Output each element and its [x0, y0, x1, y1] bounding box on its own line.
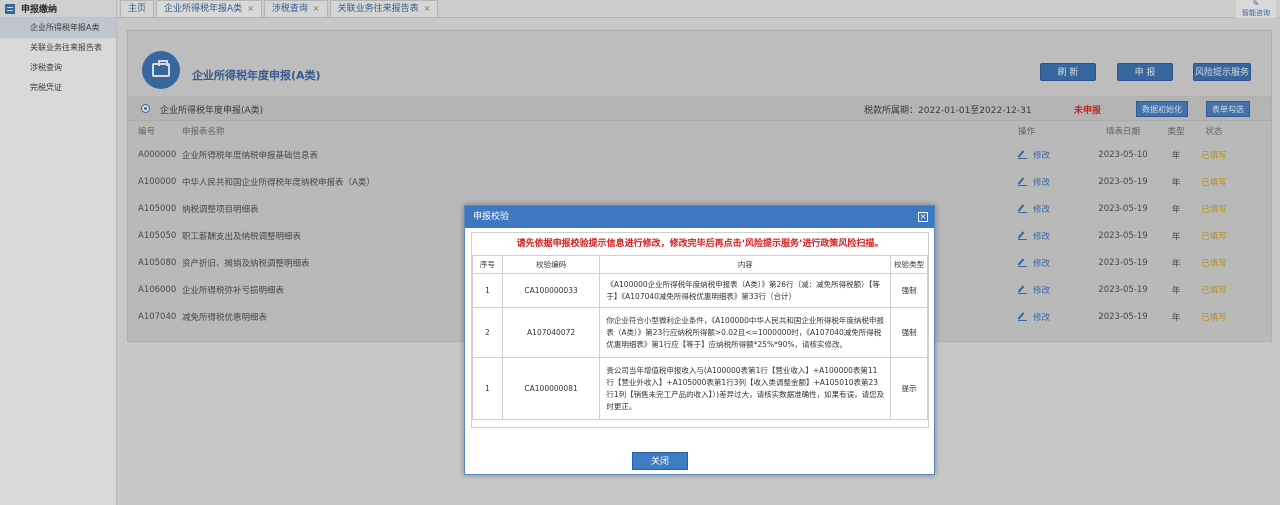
validation-no: 1 [472, 357, 503, 420]
validation-header-row: 序号 校验编码 内容 校验类型 [472, 255, 928, 274]
validation-type: 提示 [890, 357, 928, 420]
dialog-body: 请先依据申报校验提示信息进行修改，修改完毕后再点击‘风险提示服务’进行政策风险扫… [471, 232, 929, 428]
validation-table: 序号 校验编码 内容 校验类型 1 CA100000033 《A100000企业所得… [472, 255, 928, 420]
close-button[interactable]: 关闭 [632, 452, 688, 470]
dialog-title: 申报校验 [473, 212, 510, 222]
validation-no: 2 [472, 307, 503, 358]
validation-code: CA100000033 [501, 273, 601, 308]
validation-row: 2 A107040072 你企业符合小型微利企业条件，《A100000中华人民共和国… [472, 307, 928, 358]
close-icon[interactable]: × [918, 212, 928, 222]
validation-row: 1 CA100000033 《A100000企业所得税年度纳税申报表（A类）》第26… [472, 273, 928, 308]
col-content: 内容 [599, 255, 892, 274]
validation-type: 强制 [890, 273, 928, 308]
dialog-warning: 请先依据申报校验提示信息进行修改，修改完毕后再点击‘风险提示服务’进行政策风险扫… [516, 239, 884, 249]
validation-dialog: 申报校验 × 请先依据申报校验提示信息进行修改，修改完毕后再点击‘风险提示服务’… [464, 205, 935, 475]
validation-row: 1 CA100000081 贵公司当年增值税申报收入与(A100000表第1行【营业… [472, 357, 928, 420]
validation-content: 《A100000企业所得税年度纳税申报表（A类）》第26行（减：减免所得税额）【… [599, 273, 892, 308]
validation-content: 你企业符合小型微利企业条件，《A100000中华人民共和国企业所得税年度纳税申报… [599, 307, 892, 358]
dialog-header: 申报校验 × [465, 206, 934, 228]
validation-content: 贵公司当年增值税申报收入与(A100000表第1行【营业收入】+A100000表… [599, 357, 892, 420]
validation-code: CA100000081 [501, 357, 601, 420]
validation-no: 1 [472, 273, 503, 308]
validation-type: 强制 [890, 307, 928, 358]
col-no: 序号 [472, 255, 503, 274]
col-type: 校验类型 [890, 255, 928, 274]
validation-code: A107040072 [501, 307, 601, 358]
col-code: 校验编码 [501, 255, 601, 274]
